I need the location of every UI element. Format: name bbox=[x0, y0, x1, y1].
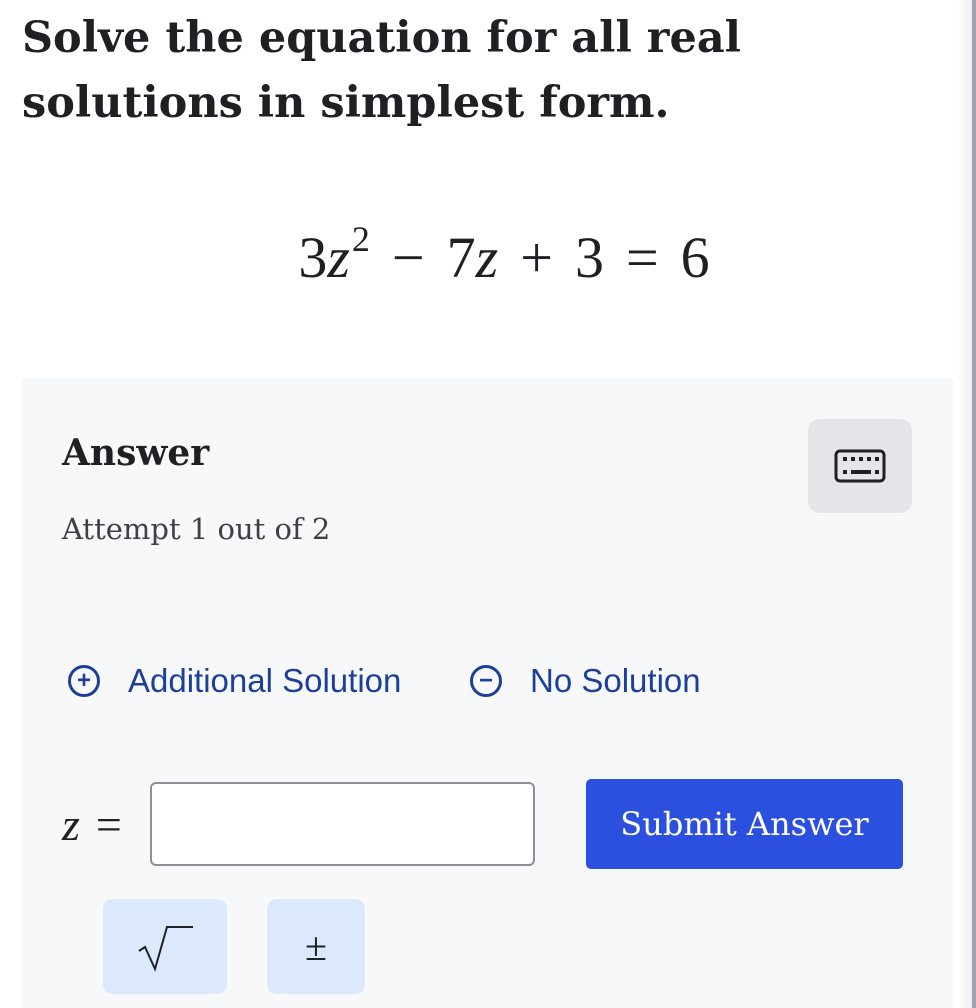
equation-term2-var: z bbox=[475, 225, 499, 290]
equation-var: z bbox=[327, 225, 350, 290]
equation-rhs: 6 bbox=[680, 225, 710, 290]
additional-solution-label: Additional Solution bbox=[128, 662, 402, 699]
plus-circle-icon: + bbox=[68, 665, 100, 697]
question-text: Solve the equation for all real solution… bbox=[22, 13, 742, 128]
equation: 3z2−7z +3 = 6 bbox=[0, 218, 976, 291]
equation-minus: − bbox=[391, 225, 425, 290]
answer-input[interactable] bbox=[150, 782, 535, 866]
no-solution-button[interactable]: − No Solution bbox=[470, 662, 701, 700]
answer-variable: z bbox=[62, 799, 80, 850]
answer-variable-label: z = bbox=[62, 798, 122, 851]
plus-minus-button[interactable]: ± bbox=[267, 899, 365, 994]
equation-plus: + bbox=[520, 225, 553, 290]
answer-equals: = bbox=[95, 799, 122, 850]
answer-panel: Answer Attempt 1 out of 2 + Additional S… bbox=[22, 378, 954, 1008]
scroll-shadow bbox=[958, 0, 972, 1008]
answer-title: Answer bbox=[62, 432, 210, 474]
submit-answer-button[interactable]: Submit Answer bbox=[586, 779, 903, 869]
equation-equals: = bbox=[625, 225, 659, 290]
sqrt-button[interactable] bbox=[103, 899, 227, 994]
equation-coef: 3 bbox=[298, 225, 328, 290]
sqrt-icon bbox=[138, 925, 193, 972]
keyboard-icon bbox=[834, 449, 886, 483]
plus-minus-icon: ± bbox=[305, 924, 327, 969]
attempt-counter: Attempt 1 out of 2 bbox=[62, 512, 331, 546]
keyboard-button[interactable] bbox=[808, 419, 912, 513]
scrollbar[interactable] bbox=[972, 0, 976, 1008]
equation-exponent: 2 bbox=[351, 219, 370, 259]
additional-solution-button[interactable]: + Additional Solution bbox=[68, 662, 401, 700]
equation-constant: 3 bbox=[574, 225, 604, 290]
minus-circle-icon: − bbox=[470, 665, 502, 697]
no-solution-label: No Solution bbox=[530, 662, 701, 699]
equation-term2-coef: 7 bbox=[446, 225, 476, 290]
